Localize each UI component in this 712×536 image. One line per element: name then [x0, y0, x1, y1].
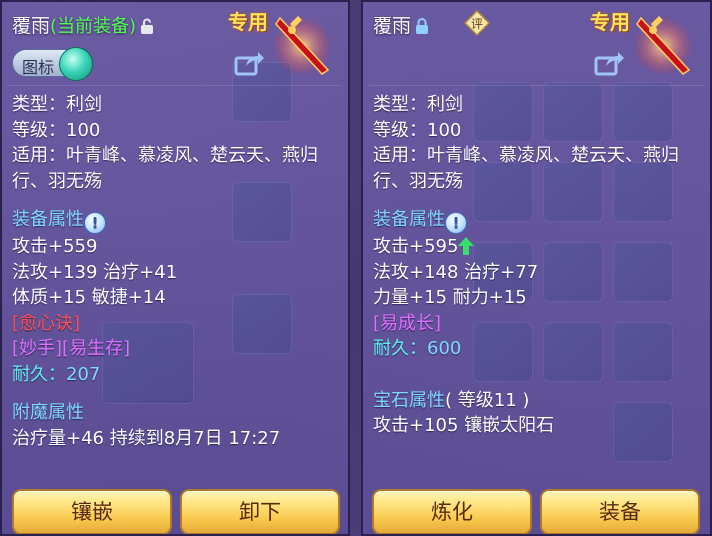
- info-icon[interactable]: !: [445, 212, 467, 234]
- gem-title: 宝石属性: [373, 389, 445, 411]
- equipped-item-panel: 覆雨(当前装备) 专用 图标 类型：利剑 等级：100 适用：叶青峰、慕凌风、楚…: [0, 0, 350, 536]
- attack-value: 攻击+595: [373, 236, 459, 257]
- gem-level: ( 等级11 ): [445, 389, 530, 411]
- equip-attr-title: 装备属性: [12, 209, 84, 230]
- refine-button[interactable]: 炼化: [372, 489, 532, 534]
- icon-toggle-label: 图标: [22, 58, 55, 77]
- share-icon[interactable]: [594, 50, 624, 76]
- rating-label: 评: [471, 17, 483, 31]
- exclusive-tag: 专用: [228, 10, 268, 34]
- item-title-bar: 覆雨(当前装备) 专用: [2, 2, 348, 76]
- item-details: 类型：利剑 等级：100 适用：叶青峰、慕凌风、楚云天、燕归行、羽无殇 装备属性…: [12, 92, 340, 451]
- special-skill: [愈心诀]: [12, 312, 81, 334]
- arrow-up-icon: [458, 237, 475, 255]
- inlay-button[interactable]: 镶嵌: [12, 489, 172, 534]
- passive-skills: [妙手][易生存]: [12, 338, 131, 359]
- info-icon[interactable]: !: [84, 212, 106, 234]
- magic-heal-stat: 法攻+148 治疗+77: [373, 261, 539, 283]
- item-title-bar: 覆雨 评 专用: [363, 2, 710, 76]
- equip-attr-heading: 装备属性!: [12, 207, 340, 234]
- passive-skills: [易成长]: [373, 312, 442, 334]
- magic-heal-stat: 法攻+139 治疗+41: [12, 261, 178, 283]
- durability-label: 耐久：: [12, 363, 66, 385]
- gem-heading: 宝石属性( 等级11 ): [373, 388, 702, 414]
- item-title: 覆雨(当前装备): [12, 11, 154, 38]
- item-usable-by: 适用：叶青峰、慕凌风、楚云天、燕归行、羽无殇: [12, 145, 318, 192]
- durability: 耐久：207: [12, 362, 340, 388]
- compare-item-panel: 覆雨 评 专用 类型：利剑 等级：100 适用：叶青峰、慕凌风、楚云天、燕归行、…: [361, 0, 712, 536]
- durability-value: 207: [66, 363, 101, 385]
- rating-icon[interactable]: 评: [464, 10, 490, 36]
- equip-attr-heading: 装备属性!: [373, 207, 702, 234]
- enchant-line: 治疗量+46 持续到8月7日 17:27: [12, 427, 281, 449]
- icon-toggle[interactable]: 图标: [12, 47, 93, 81]
- equip-button[interactable]: 装备: [540, 489, 700, 534]
- equip-attr-title: 装备属性: [373, 209, 445, 230]
- header-divider: [8, 85, 342, 86]
- item-usable-by: 适用：叶青峰、慕凌风、楚云天、燕归行、羽无殇: [373, 145, 679, 192]
- attack-stat: 攻击+595: [373, 234, 702, 260]
- sword-icon: [633, 16, 693, 76]
- item-title: 覆雨: [373, 11, 429, 38]
- lock-icon[interactable]: [415, 18, 429, 34]
- enchant-heading: 附魔属性: [12, 402, 84, 423]
- toggle-knob: [59, 47, 93, 81]
- durability-label: 耐久：: [373, 338, 427, 359]
- item-details: 类型：利剑 等级：100 适用：叶青峰、慕凌风、楚云天、燕归行、羽无殇 装备属性…: [373, 92, 702, 439]
- item-name: 覆雨: [373, 15, 412, 37]
- item-level: 等级：100: [12, 119, 101, 141]
- item-type: 类型：利剑: [12, 94, 102, 115]
- durability-value: 600: [427, 338, 462, 359]
- gem-line: 攻击+105 镶嵌太阳石: [373, 415, 555, 436]
- item-type: 类型：利剑: [373, 94, 463, 115]
- sword-icon: [272, 16, 332, 76]
- equipped-tag: (当前装备): [50, 16, 137, 37]
- attack-stat: 攻击+559: [12, 236, 98, 257]
- durability: 耐久：600: [373, 336, 702, 362]
- attribute-stat: 力量+15 耐力+15: [373, 287, 527, 308]
- exclusive-tag: 专用: [590, 10, 630, 34]
- attribute-stat: 体质+15 敏捷+14: [12, 287, 166, 308]
- share-icon[interactable]: [234, 50, 264, 76]
- item-name: 覆雨: [12, 15, 51, 37]
- unlock-icon[interactable]: [140, 18, 154, 34]
- unequip-button[interactable]: 卸下: [180, 489, 340, 534]
- header-divider: [369, 85, 704, 86]
- item-level: 等级：100: [373, 119, 462, 141]
